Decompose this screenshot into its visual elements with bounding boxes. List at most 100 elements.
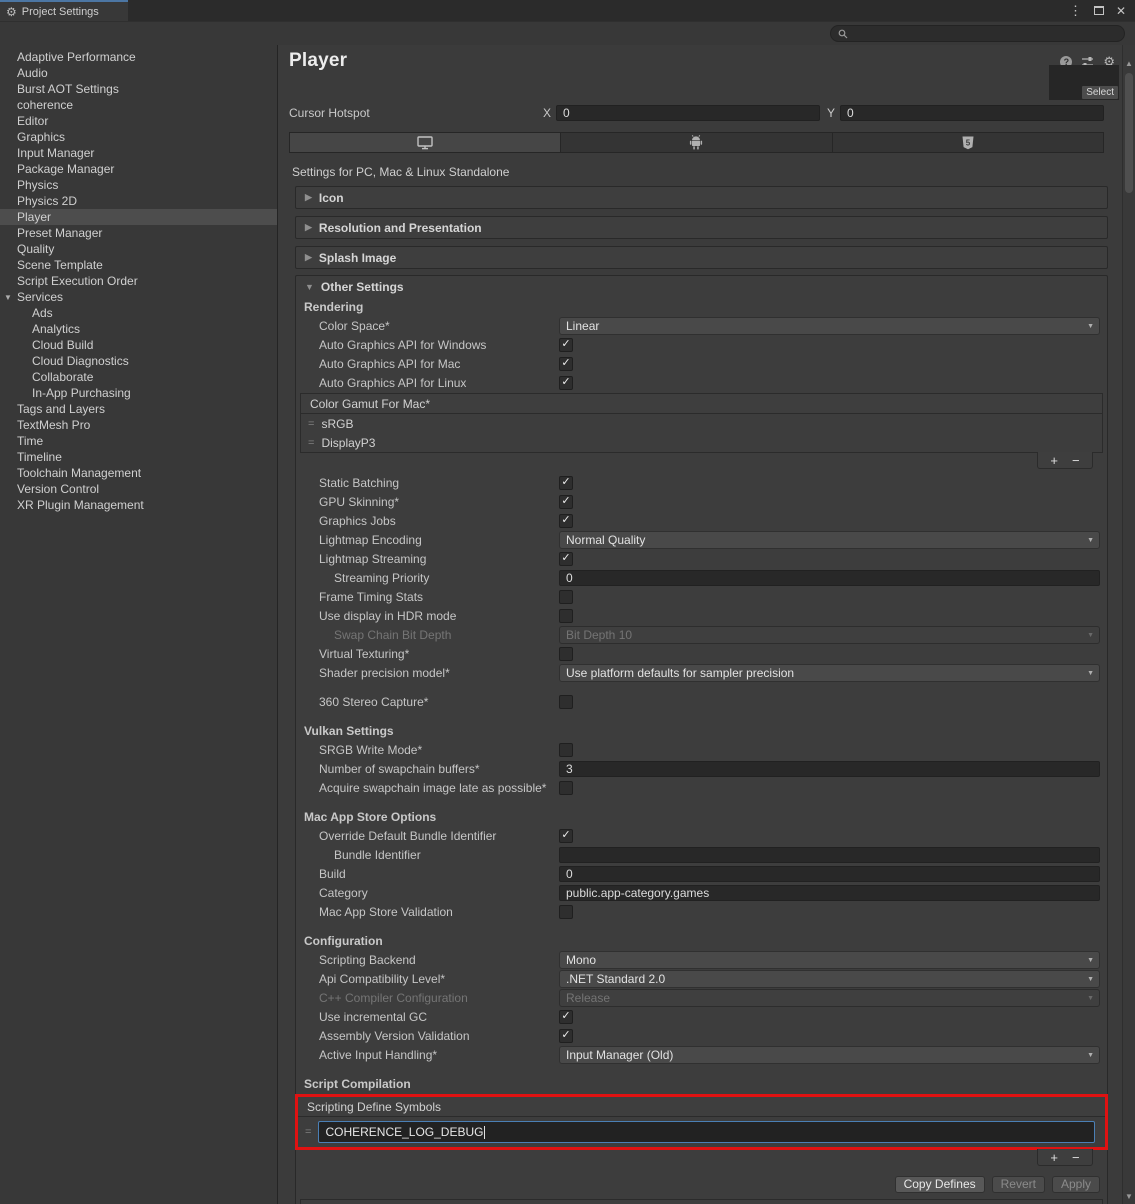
search-input[interactable] bbox=[830, 25, 1125, 42]
checkbox-auto-graphics-api-for-mac[interactable]: ✓ bbox=[559, 357, 573, 371]
vertical-scrollbar[interactable]: ▲ ▼ bbox=[1122, 45, 1135, 1204]
sidebar-item-toolchain-management[interactable]: Toolchain Management bbox=[0, 465, 277, 481]
add-button[interactable]: + bbox=[1050, 1151, 1058, 1164]
sidebar-item-tags-and-layers[interactable]: Tags and Layers bbox=[0, 401, 277, 417]
cursor-hotspot-x-field[interactable]: 0 bbox=[556, 105, 820, 121]
checkbox-assembly-version-validation[interactable]: ✓ bbox=[559, 1029, 573, 1043]
setting-label: Auto Graphics API for Linux bbox=[319, 376, 559, 390]
checkbox-static-batching[interactable]: ✓ bbox=[559, 476, 573, 490]
window-menu-icon[interactable]: ⋮ bbox=[1069, 3, 1082, 19]
revert-button[interactable]: Revert bbox=[992, 1176, 1045, 1193]
sidebar-item-editor[interactable]: Editor bbox=[0, 113, 277, 129]
sidebar-item-collaborate[interactable]: Collaborate bbox=[0, 369, 277, 385]
foldout-open-icon[interactable]: ▼ bbox=[4, 293, 12, 302]
maximize-icon[interactable] bbox=[1094, 6, 1104, 15]
drag-handle-icon[interactable]: = bbox=[308, 437, 313, 449]
scroll-up-icon[interactable]: ▲ bbox=[1123, 59, 1135, 68]
field-number-of-swapchain-buffers[interactable]: 3 bbox=[559, 761, 1100, 777]
checkbox-frame-timing-stats[interactable] bbox=[559, 590, 573, 604]
scroll-down-icon[interactable]: ▼ bbox=[1123, 1192, 1135, 1201]
platform-tab-android[interactable] bbox=[561, 133, 832, 152]
field-category[interactable]: public.app-category.games bbox=[559, 885, 1100, 901]
sidebar-item-cloud-diagnostics[interactable]: Cloud Diagnostics bbox=[0, 353, 277, 369]
sidebar-item-player[interactable]: Player bbox=[0, 209, 277, 225]
sidebar-item-burst-aot-settings[interactable]: Burst AOT Settings bbox=[0, 81, 277, 97]
sidebar-item-ads[interactable]: Ads bbox=[0, 305, 277, 321]
apply-button[interactable]: Apply bbox=[1052, 1176, 1100, 1193]
setting-label: Acquire swapchain image late as possible… bbox=[319, 781, 559, 795]
sidebar-item-coherence[interactable]: coherence bbox=[0, 97, 277, 113]
foldout-resolution-and-presentation[interactable]: ▶Resolution and Presentation bbox=[295, 216, 1108, 239]
cursor-object-picker[interactable]: Select bbox=[1049, 65, 1119, 100]
close-icon[interactable]: ✕ bbox=[1116, 4, 1126, 18]
platform-tab-standalone[interactable] bbox=[290, 133, 561, 152]
platform-tab-webgl[interactable]: 5 bbox=[833, 133, 1103, 152]
foldout-icon[interactable]: ▶Icon bbox=[295, 186, 1108, 209]
dropdown-swap-chain-bit-depth[interactable]: Bit Depth 10▼ bbox=[559, 626, 1100, 644]
field-streaming-priority[interactable]: 0 bbox=[559, 570, 1100, 586]
dropdown-shader-precision-model[interactable]: Use platform defaults for sampler precis… bbox=[559, 664, 1100, 682]
drag-handle-icon[interactable]: = bbox=[308, 418, 313, 430]
sidebar-item-xr-plugin-management[interactable]: XR Plugin Management bbox=[0, 497, 277, 513]
sidebar-item-analytics[interactable]: Analytics bbox=[0, 321, 277, 337]
dropdown-active-input-handling[interactable]: Input Manager (Old)▼ bbox=[559, 1046, 1100, 1064]
checkbox-use-display-in-hdr-mode[interactable] bbox=[559, 609, 573, 623]
dropdown-color-space[interactable]: Linear▼ bbox=[559, 317, 1100, 335]
list-item-srgb[interactable]: =sRGB bbox=[301, 414, 1102, 433]
add-button[interactable]: + bbox=[1050, 454, 1058, 467]
setting-color-space: Color Space*Linear▼ bbox=[296, 316, 1107, 335]
checkbox-mac-app-store-validation[interactable] bbox=[559, 905, 573, 919]
checkbox-graphics-jobs[interactable]: ✓ bbox=[559, 514, 573, 528]
sidebar-item-time[interactable]: Time bbox=[0, 433, 277, 449]
remove-button[interactable]: − bbox=[1072, 1151, 1080, 1164]
spacer bbox=[296, 921, 1107, 931]
sidebar-item-cloud-build[interactable]: Cloud Build bbox=[0, 337, 277, 353]
sidebar-item-scene-template[interactable]: Scene Template bbox=[0, 257, 277, 273]
checkbox-360-stereo-capture[interactable] bbox=[559, 695, 573, 709]
sidebar-item-adaptive-performance[interactable]: Adaptive Performance bbox=[0, 49, 277, 65]
project-settings-tab[interactable]: ⚙ Project Settings bbox=[0, 0, 128, 21]
sidebar-item-audio[interactable]: Audio bbox=[0, 65, 277, 81]
checkbox-acquire-swapchain-image-late-as-possible[interactable] bbox=[559, 781, 573, 795]
checkbox-use-incremental-gc[interactable]: ✓ bbox=[559, 1010, 573, 1024]
dropdown-api-compatibility-level[interactable]: .NET Standard 2.0▼ bbox=[559, 970, 1100, 988]
foldout-splash-image[interactable]: ▶Splash Image bbox=[295, 246, 1108, 269]
setting-mac-app-store-validation: Mac App Store Validation bbox=[296, 902, 1107, 921]
sidebar-item-version-control[interactable]: Version Control bbox=[0, 481, 277, 497]
field-bundle-identifier[interactable] bbox=[559, 847, 1100, 863]
select-button[interactable]: Select bbox=[1082, 86, 1118, 99]
sidebar-item-quality[interactable]: Quality bbox=[0, 241, 277, 257]
chevron-down-icon: ▼ bbox=[1087, 995, 1094, 1002]
checkbox-srgb-write-mode[interactable] bbox=[559, 743, 573, 757]
list-item-displayp3[interactable]: =DisplayP3 bbox=[301, 433, 1102, 452]
checkbox-auto-graphics-api-for-linux[interactable]: ✓ bbox=[559, 376, 573, 390]
drag-handle-icon[interactable]: = bbox=[305, 1126, 310, 1138]
sidebar-item-physics-2d[interactable]: Physics 2D bbox=[0, 193, 277, 209]
dropdown-scripting-backend[interactable]: Mono▼ bbox=[559, 951, 1100, 969]
checkbox-override-default-bundle-identifier[interactable]: ✓ bbox=[559, 829, 573, 843]
other-settings-foldout[interactable]: ▼ Other Settings bbox=[296, 276, 1107, 297]
cursor-hotspot-y-field[interactable]: 0 bbox=[840, 105, 1104, 121]
checkbox-virtual-texturing[interactable] bbox=[559, 647, 573, 661]
sidebar-item-services[interactable]: ▼Services bbox=[0, 289, 277, 305]
scrollbar-thumb[interactable] bbox=[1125, 73, 1133, 193]
sidebar-item-in-app-purchasing[interactable]: In-App Purchasing bbox=[0, 385, 277, 401]
dropdown-value: Use platform defaults for sampler precis… bbox=[566, 666, 794, 680]
copy-defines-button[interactable]: Copy Defines bbox=[895, 1176, 985, 1193]
sidebar-item-script-execution-order[interactable]: Script Execution Order bbox=[0, 273, 277, 289]
remove-button[interactable]: − bbox=[1072, 454, 1080, 467]
sidebar-item-timeline[interactable]: Timeline bbox=[0, 449, 277, 465]
sidebar-item-preset-manager[interactable]: Preset Manager bbox=[0, 225, 277, 241]
checkbox-gpu-skinning[interactable]: ✓ bbox=[559, 495, 573, 509]
sidebar-item-input-manager[interactable]: Input Manager bbox=[0, 145, 277, 161]
sidebar-item-physics[interactable]: Physics bbox=[0, 177, 277, 193]
dropdown-c-compiler-configuration[interactable]: Release▼ bbox=[559, 989, 1100, 1007]
dropdown-lightmap-encoding[interactable]: Normal Quality▼ bbox=[559, 531, 1100, 549]
field-build[interactable]: 0 bbox=[559, 866, 1100, 882]
checkbox-auto-graphics-api-for-windows[interactable]: ✓ bbox=[559, 338, 573, 352]
scripting-define-symbol-input[interactable]: COHERENCE_LOG_DEBUG bbox=[318, 1121, 1095, 1143]
sidebar-item-textmesh-pro[interactable]: TextMesh Pro bbox=[0, 417, 277, 433]
sidebar-item-package-manager[interactable]: Package Manager bbox=[0, 161, 277, 177]
sidebar-item-graphics[interactable]: Graphics bbox=[0, 129, 277, 145]
checkbox-lightmap-streaming[interactable]: ✓ bbox=[559, 552, 573, 566]
